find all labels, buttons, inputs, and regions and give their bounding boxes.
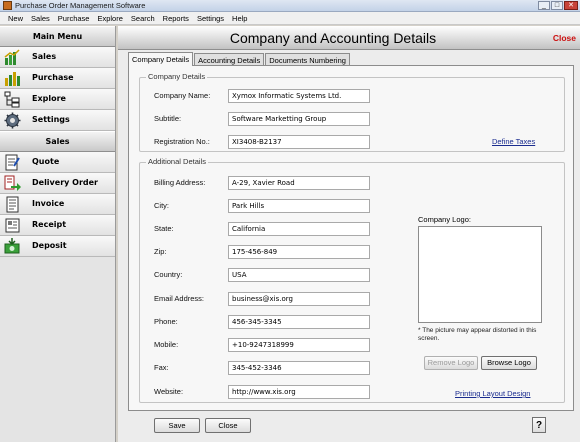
state-label: State: [154,224,174,233]
sidebar-item-label: Deposit [32,241,67,250]
minimize-button[interactable]: _ [538,1,550,10]
sidebar-item-label: Settings [32,115,70,124]
group-title: Additional Details [146,157,208,166]
sidebar-item-invoice[interactable]: Invoice [0,194,115,215]
zip-label: Zip: [154,247,167,256]
sidebar-item-deposit[interactable]: Deposit [0,236,115,257]
registration-field[interactable]: XI3408-B2137 [228,135,370,149]
receipt-icon [5,218,20,233]
country-label: Country: [154,270,183,279]
company-details-group: Company Details Company Name: Xymox Info… [139,72,565,152]
close-button[interactable]: Close [205,418,251,433]
email-label: Email Address: [154,294,205,303]
printing-layout-design-link[interactable]: Printing Layout Design [455,389,530,398]
sidebar-item-purchase[interactable]: Purchase [0,68,115,89]
menu-help[interactable]: Help [228,12,251,24]
city-label: City: [154,201,169,210]
group-title: Company Details [146,72,208,81]
mobile-field[interactable]: +10-9247318999 [228,338,370,352]
subtitle-field[interactable]: Software Marketting Group [228,112,370,126]
menu-purchase[interactable]: Purchase [54,12,94,24]
save-button[interactable]: Save [154,418,200,433]
main-panel: Company and Accounting Details Close Com… [118,26,580,442]
website-field[interactable]: http://www.xis.org [228,385,370,399]
billing-address-label: Billing Address: [154,178,206,187]
window-title: Purchase Order Management Software [15,1,146,10]
zip-field[interactable]: 175-456-849 [228,245,370,259]
mobile-label: Mobile: [154,340,179,349]
delivery-order-icon [4,175,21,191]
sidebar-item-settings[interactable]: Settings [0,110,115,131]
phone-field[interactable]: 456-345-3345 [228,315,370,329]
website-label: Website: [154,387,184,396]
app-icon [3,1,12,10]
sidebar-item-label: Quote [32,157,60,166]
sidebar: Main Menu Sales Purchase Explore Setting… [0,26,116,442]
menu-reports[interactable]: Reports [159,12,193,24]
gear-icon [4,112,21,129]
define-taxes-link[interactable]: Define Taxes [492,137,535,146]
company-name-field[interactable]: Xymox Informatic Systems Ltd. [228,89,370,103]
company-name-label: Company Name: [154,91,211,100]
sidebar-item-label: Purchase [32,73,74,82]
help-button[interactable]: ? [532,417,546,433]
menu-explore[interactable]: Explore [93,12,126,24]
browse-logo-button[interactable]: Browse Logo [481,356,537,370]
menu-search[interactable]: Search [127,12,159,24]
quote-icon [5,154,20,171]
phone-label: Phone: [154,317,178,326]
fax-field[interactable]: 345-452-3346 [228,361,370,375]
sidebar-item-receipt[interactable]: Receipt [0,215,115,236]
tab-company-details[interactable]: Company Details [128,52,194,66]
subtitle-label: Subtitle: [154,114,182,123]
sidebar-item-label: Explore [32,94,66,103]
window-titlebar: Purchase Order Management Software _ □ ✕ [0,0,580,12]
window-close-button[interactable]: ✕ [564,1,578,10]
additional-details-group: Additional Details Billing Address: A-29… [139,157,565,403]
sidebar-item-sales[interactable]: Sales [0,47,115,68]
window-controls: _ □ ✕ [538,1,578,10]
company-logo-label: Company Logo: [418,215,471,224]
header-close-link[interactable]: Close [553,33,576,43]
company-details-panel: Company Details Company Name: Xymox Info… [128,65,574,411]
remove-logo-button[interactable]: Remove Logo [424,356,478,370]
deposit-icon [4,238,20,254]
email-field[interactable]: business@xis.org [228,292,370,306]
purchase-chart-icon [5,72,20,86]
maximize-button[interactable]: □ [551,1,563,10]
page-header: Company and Accounting Details Close [118,26,580,50]
sales-chart-icon [4,49,20,65]
tab-strip: Company Details Accounting Details Docum… [128,52,351,66]
registration-label: Registration No.: [154,137,210,146]
menu-bar: New Sales Purchase Explore Search Report… [0,12,580,25]
billing-address-field[interactable]: A-29, Xavier Road [228,176,370,190]
menu-sales[interactable]: Sales [27,12,54,24]
fax-label: Fax: [154,363,169,372]
country-field[interactable]: USA [228,268,370,282]
sidebar-item-delivery-order[interactable]: Delivery Order [0,173,115,194]
sales-header: Sales [0,131,115,152]
sidebar-item-label: Sales [32,52,57,61]
company-logo-box [418,226,542,323]
sidebar-item-label: Delivery Order [32,178,98,187]
logo-distortion-note: * The picture may appear distorted in th… [418,327,537,342]
footer-bar: Save Close ? [118,412,580,442]
sidebar-item-quote[interactable]: Quote [0,152,115,173]
page-title: Company and Accounting Details [229,30,437,46]
menu-new[interactable]: New [4,12,27,24]
sidebar-item-label: Invoice [32,199,65,208]
state-field[interactable]: California [228,222,370,236]
sidebar-item-explore[interactable]: Explore [0,89,115,110]
menu-settings[interactable]: Settings [193,12,228,24]
main-menu-header: Main Menu [0,26,115,47]
explore-tree-icon [4,91,20,108]
sidebar-item-label: Receipt [32,220,67,229]
city-field[interactable]: Park Hills [228,199,370,213]
invoice-icon [6,196,19,213]
